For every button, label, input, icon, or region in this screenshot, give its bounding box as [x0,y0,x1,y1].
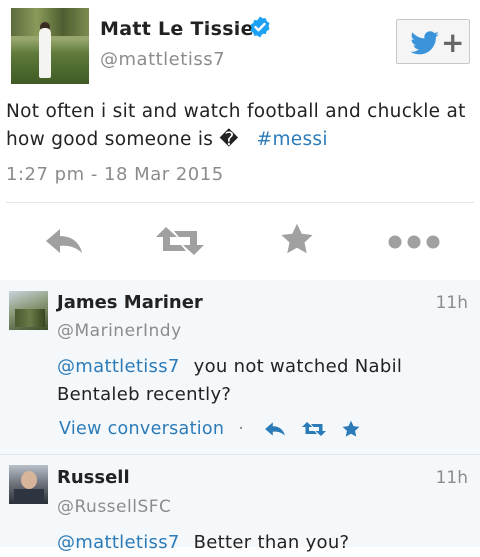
author-name[interactable]: Matt Le Tissier [100,18,263,40]
reply-item[interactable]: James Mariner 11h @MarinerIndy @mattleti… [0,280,480,454]
tweet-body: Not often i sit and watch football and c… [6,101,466,150]
reply-author-handle[interactable]: @RussellSFC [57,497,171,517]
mention-link[interactable]: @mattletiss7 [57,532,180,553]
reply-small-icon[interactable] [264,421,286,437]
follow-plus-icon: + [441,26,465,59]
reply-text: @mattletiss7 you not watched Nabil Bental… [57,353,457,409]
reply-author-name[interactable]: James Mariner [57,292,203,313]
follow-button[interactable]: + [396,19,470,64]
reply-time: 11h [435,293,468,313]
reply-body: Better than you? [193,532,350,553]
author-avatar[interactable] [11,8,89,84]
more-icon[interactable] [388,235,442,249]
favorite-small-icon[interactable] [342,420,360,438]
favorite-icon[interactable] [280,223,314,255]
reply-actions-row: View conversation · [59,419,360,439]
mention-link[interactable]: @mattletiss7 [57,356,180,377]
reply-avatar[interactable] [9,291,48,330]
view-conversation-link[interactable]: View conversation [59,419,224,439]
separator-dot: · [238,419,245,439]
hashtag-link[interactable]: #messi [257,129,328,150]
tweet-actions [0,203,480,280]
reply-item[interactable]: Russell 11h @RussellSFC @mattletiss7 Bett… [0,455,480,553]
retweet-icon[interactable] [156,227,204,255]
author-handle[interactable]: @mattletiss7 [100,49,225,70]
reply-text: @mattletiss7 Better than you? [57,529,457,557]
tweet-header: Matt Le Tissier @mattletiss7 + [0,0,480,95]
reply-author-handle[interactable]: @MarinerIndy [57,321,182,341]
reply-time: 11h [435,468,468,488]
reply-author-name[interactable]: Russell [57,467,130,488]
verified-icon [250,16,270,38]
reply-avatar[interactable] [9,465,48,504]
retweet-small-icon[interactable] [301,421,326,437]
tweet-text: Not often i sit and watch football and c… [6,98,474,154]
reply-icon[interactable] [44,227,84,255]
tweet-timestamp[interactable]: 1:27 pm - 18 Mar 2015 [6,164,224,185]
twitter-bird-icon [410,31,439,55]
replies-list: James Mariner 11h @MarinerIndy @mattleti… [0,280,480,553]
